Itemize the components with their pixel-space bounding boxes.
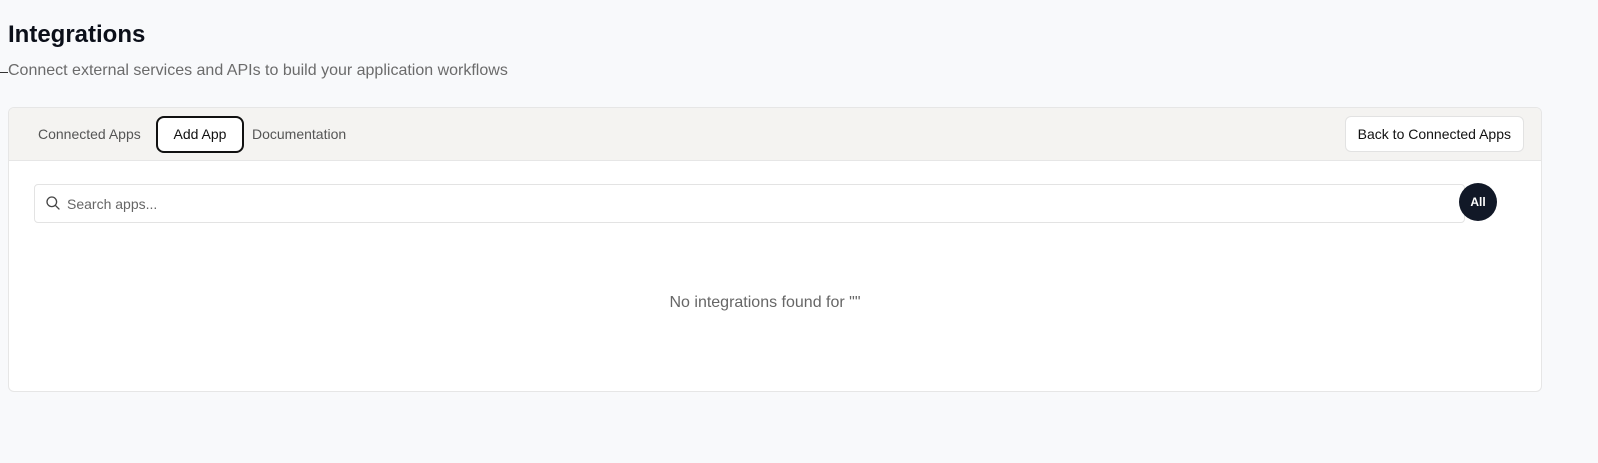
panel-tab-bar: Connected Apps Add App Documentation Bac…	[9, 108, 1541, 161]
filter-all-button[interactable]: All	[1459, 183, 1497, 221]
search-box[interactable]	[34, 184, 1465, 223]
tab-add-app[interactable]: Add App	[156, 116, 244, 153]
page-title: Integrations	[8, 21, 146, 48]
tab-connected-apps[interactable]: Connected Apps	[38, 116, 141, 153]
page-header: Integrations	[8, 20, 145, 50]
search-icon	[46, 196, 60, 210]
subtitle-marker	[0, 72, 8, 73]
empty-state-message: No integrations found for ""	[669, 294, 861, 311]
integrations-panel: Connected Apps Add App Documentation Bac…	[8, 107, 1542, 392]
back-to-connected-apps-button[interactable]: Back to Connected Apps	[1344, 116, 1524, 152]
page-subtitle: Connect external services and APIs to bu…	[8, 62, 508, 79]
search-input[interactable]	[67, 185, 1457, 222]
tab-documentation[interactable]: Documentation	[252, 116, 346, 153]
